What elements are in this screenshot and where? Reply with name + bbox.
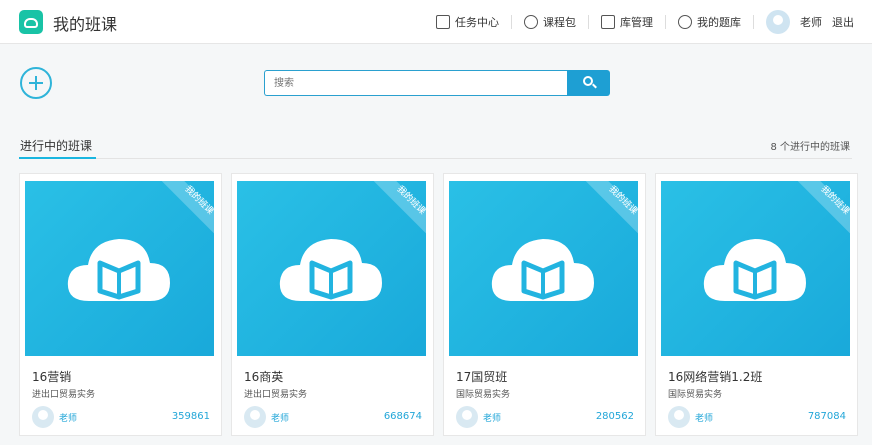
question-bank-icon: [678, 15, 692, 29]
logout-link[interactable]: 退出: [832, 14, 854, 30]
class-name: 17国贸班: [456, 370, 508, 384]
class-card[interactable]: 我的班课 16网络营销1.2班 国际贸易实务 老师 787084: [655, 173, 858, 436]
nav-question-bank[interactable]: 我的题库: [666, 14, 753, 30]
top-nav: 任务中心 课程包 库管理 我的题库 老师 退出: [424, 0, 872, 44]
nav-task-center[interactable]: 任务中心: [424, 14, 511, 30]
class-count: 8 个进行中的班课: [770, 142, 850, 153]
class-name: 16网络营销1.2班: [668, 370, 763, 384]
teacher-avatar: [244, 406, 266, 428]
nav-library-management[interactable]: 库管理: [589, 14, 665, 30]
teacher-name: 老师: [483, 414, 502, 424]
tab-active-classes[interactable]: 进行中的班课: [20, 137, 92, 154]
teacher-avatar: [456, 406, 478, 428]
course-subject: 进出口贸易实务: [32, 390, 96, 400]
nav-label: 课程包: [543, 16, 576, 29]
nav-label: 我的题库: [697, 16, 741, 29]
task-icon: [436, 15, 450, 29]
class-cover[interactable]: 我的班课: [661, 181, 850, 356]
nav-label: 库管理: [620, 16, 653, 29]
class-card[interactable]: 我的班课 17国贸班 国际贸易实务 老师 280562: [443, 173, 646, 436]
cloud-book-icon: [276, 233, 386, 303]
search-bar: [264, 70, 610, 96]
teacher-name: 老师: [271, 414, 290, 424]
class-name: 16营销: [32, 370, 72, 384]
class-name: 16商英: [244, 370, 284, 384]
course-subject: 进出口贸易实务: [244, 390, 308, 400]
cloud-book-icon: [700, 233, 810, 303]
library-icon: [601, 15, 615, 29]
class-cover[interactable]: 我的班课: [25, 181, 214, 356]
class-code: 280562: [595, 411, 634, 422]
search-button[interactable]: [567, 70, 610, 96]
cloud-book-icon: [488, 233, 598, 303]
teacher-name: 老师: [695, 414, 714, 424]
user-avatar[interactable]: [766, 10, 790, 34]
class-card[interactable]: 我的班课 16营销 进出口贸易实务 老师 359861: [19, 173, 222, 436]
class-code: 359861: [171, 411, 210, 422]
package-icon: [524, 15, 538, 29]
class-card[interactable]: 我的班课 16商英 进出口贸易实务 老师 668674: [231, 173, 434, 436]
class-cover[interactable]: 我的班课: [449, 181, 638, 356]
nav-divider: [753, 15, 754, 29]
section-divider: [19, 158, 852, 159]
class-cover[interactable]: 我的班课: [237, 181, 426, 356]
course-subject: 国际贸易实务: [456, 390, 511, 400]
nav-course-package[interactable]: 课程包: [512, 14, 588, 30]
search-input[interactable]: [264, 70, 567, 96]
top-header: 我的班课 任务中心 课程包 库管理 我的题库 老师 退出: [0, 0, 872, 44]
class-code: 787084: [807, 411, 846, 422]
user-name[interactable]: 老师: [800, 14, 822, 30]
cloud-book-icon: [64, 233, 174, 303]
add-class-button[interactable]: [20, 67, 52, 99]
course-subject: 国际贸易实务: [668, 390, 723, 400]
teacher-name: 老师: [59, 414, 78, 424]
nav-label: 任务中心: [455, 16, 499, 29]
class-code: 668674: [383, 411, 422, 422]
app-logo-icon[interactable]: [19, 10, 43, 34]
page-title: 我的班课: [53, 15, 118, 34]
teacher-avatar: [668, 406, 690, 428]
active-tab-indicator: [19, 157, 96, 159]
teacher-avatar: [32, 406, 54, 428]
